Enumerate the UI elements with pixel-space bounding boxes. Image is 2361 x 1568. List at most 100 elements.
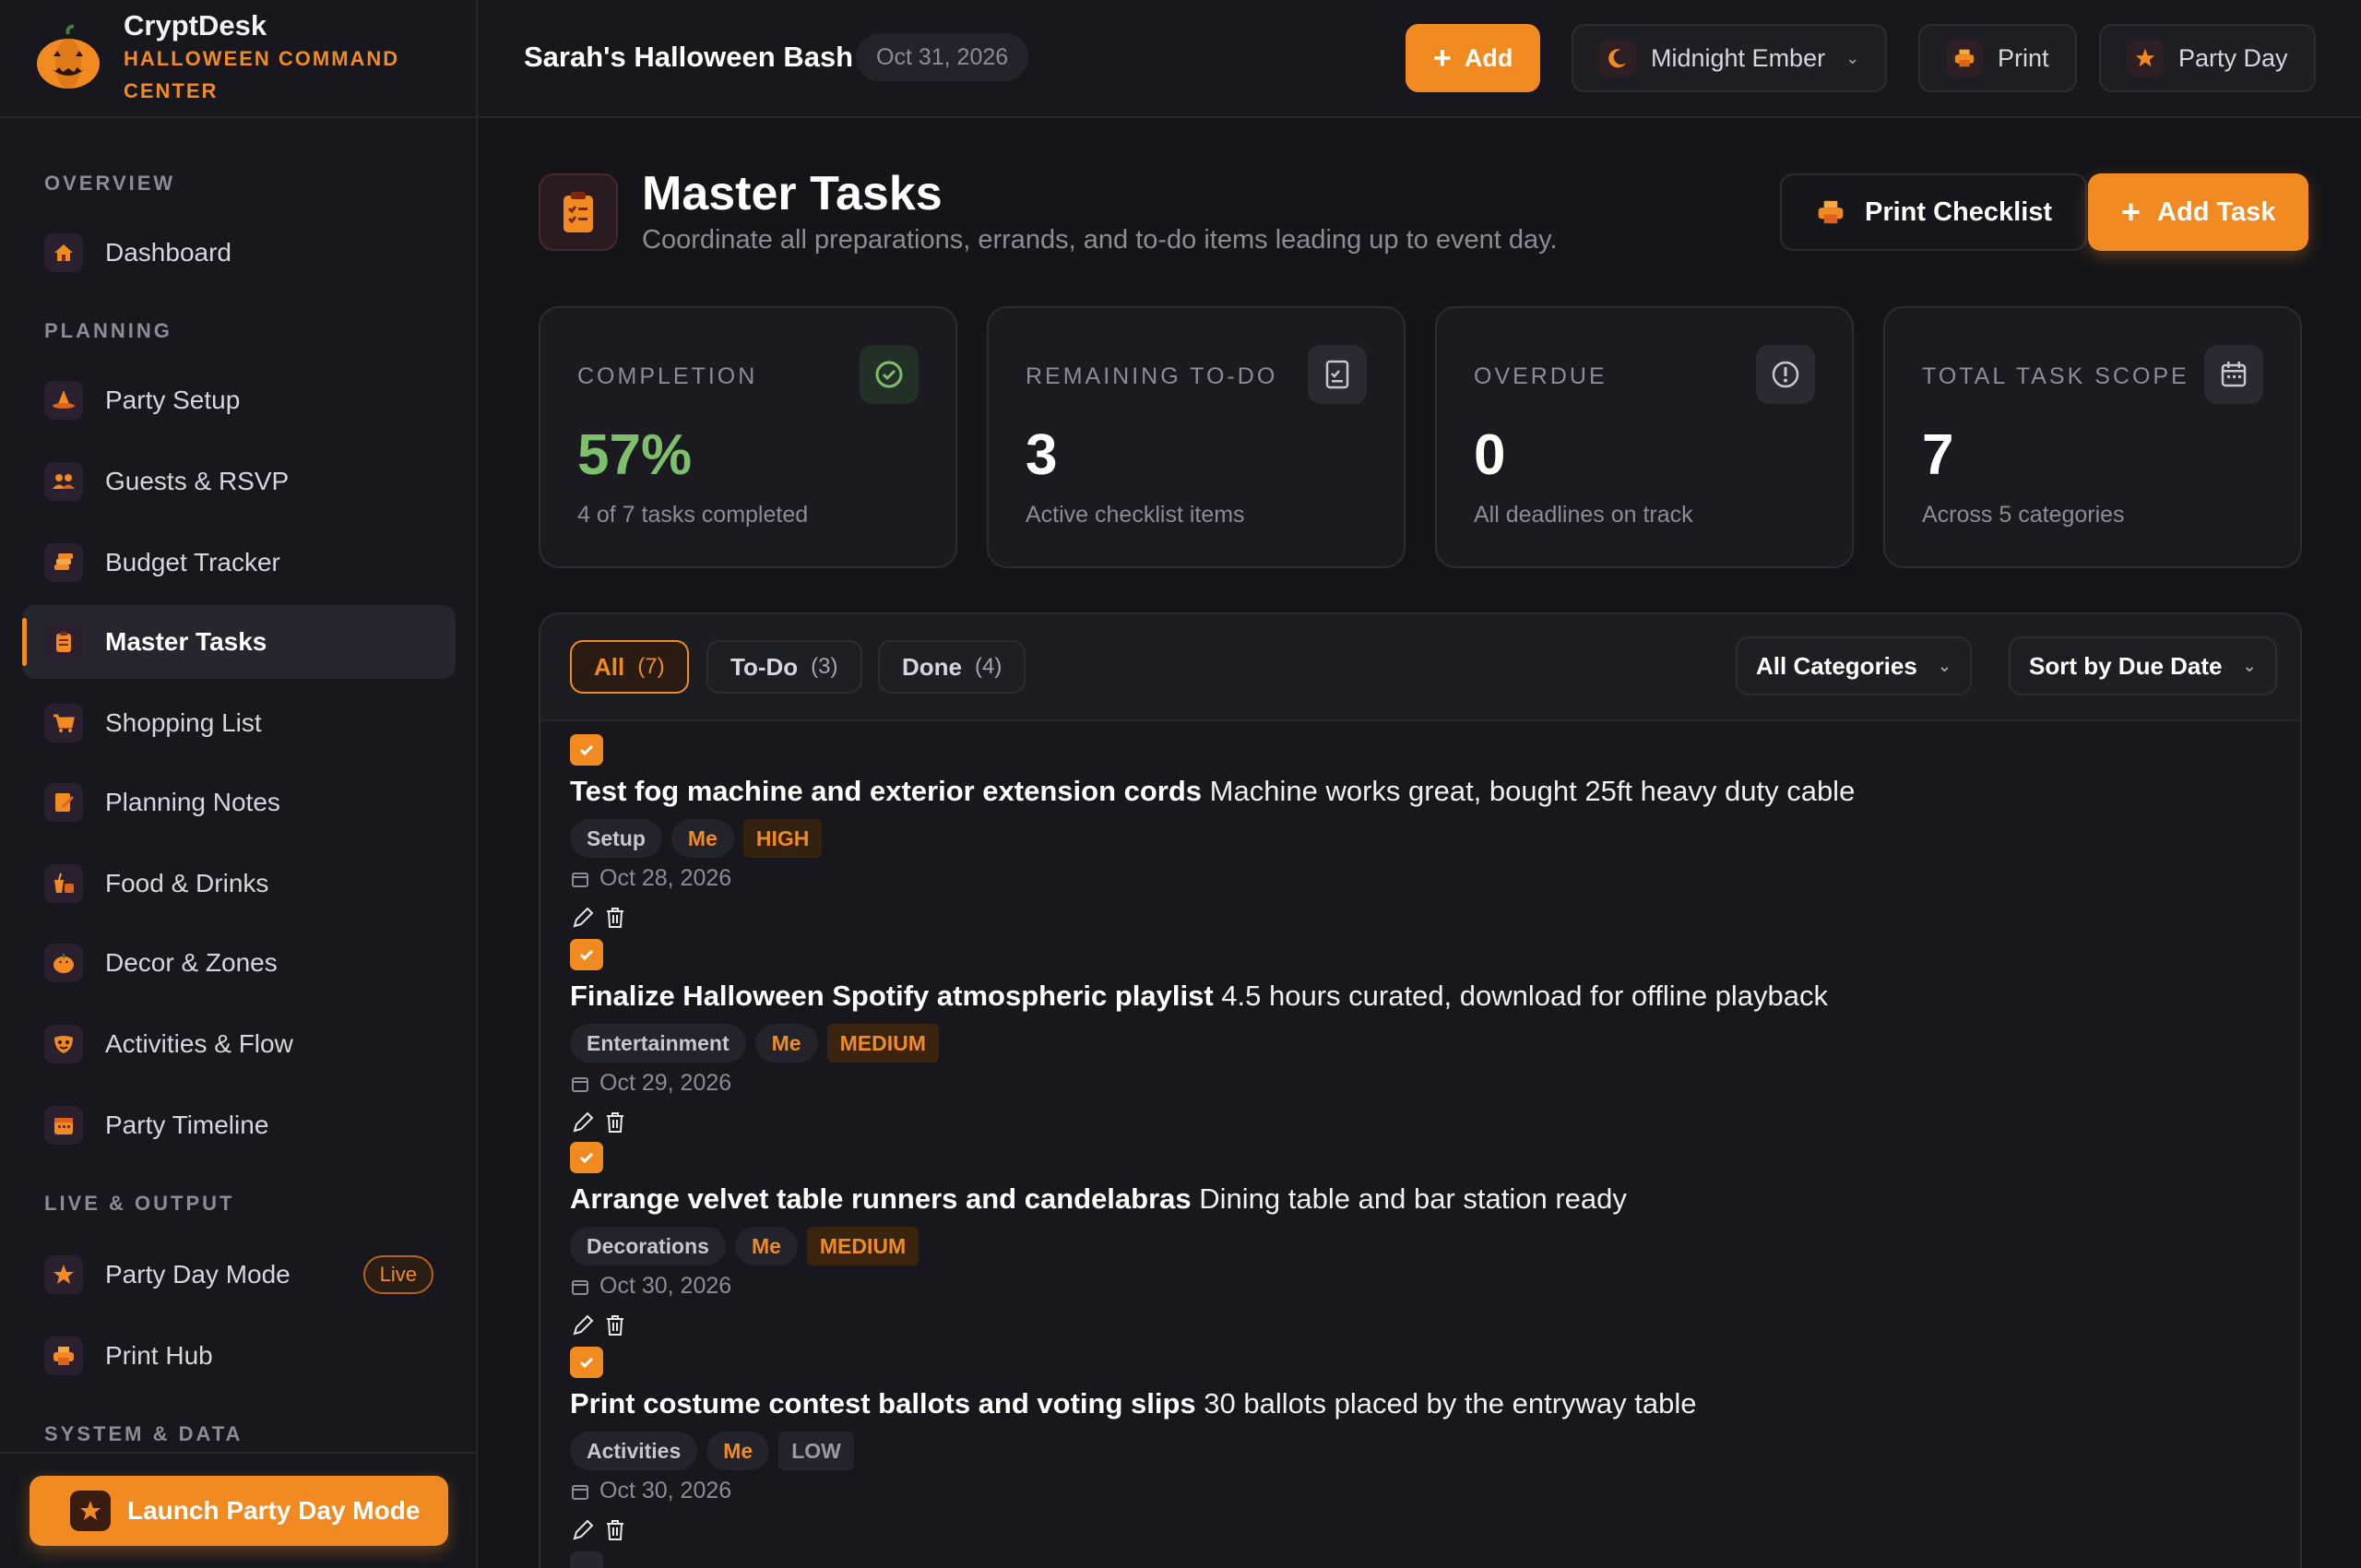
task-title: Finalize Halloween Spotify atmospheric p… xyxy=(570,980,1214,1012)
task-checkbox[interactable] xyxy=(570,1142,603,1173)
add-task-label: Add Task xyxy=(2157,196,2276,227)
brand-tagline: HALLOWEEN COMMAND xyxy=(124,47,400,70)
category-select[interactable]: All Categories ⌄ xyxy=(1736,636,1972,695)
stat-note: Active checklist items xyxy=(1026,502,1245,528)
delete-icon[interactable] xyxy=(603,905,627,931)
delete-icon[interactable] xyxy=(603,1313,627,1338)
stat-label: REMAINING TO-DO xyxy=(1026,363,1278,389)
due-date-text: Oct 29, 2026 xyxy=(599,1070,732,1096)
task-checkbox[interactable] xyxy=(570,1551,603,1568)
sidebar-item-dashboard[interactable]: Dashboard xyxy=(22,216,456,290)
sidebar-item-label: Shopping List xyxy=(105,708,262,737)
owner-tag: Me xyxy=(670,819,734,858)
task-checkbox[interactable] xyxy=(570,734,603,766)
delete-icon[interactable] xyxy=(603,1110,627,1135)
printer-icon xyxy=(1815,196,1846,228)
brand[interactable]: CryptDesk HALLOWEEN COMMAND CENTER xyxy=(0,0,476,118)
stat-value: 57% xyxy=(577,423,693,487)
task-row: Finalize Halloween Spotify atmospheric p… xyxy=(570,939,2267,1135)
filter-label: To-Do xyxy=(730,652,799,681)
sidebar-item-timeline[interactable]: Party Timeline xyxy=(22,1088,456,1162)
stat-card-completion: COMPLETION 57% 4 of 7 tasks completed xyxy=(539,306,957,568)
print-button[interactable]: Print xyxy=(1918,24,2077,92)
task-tags: Setup Me HIGH xyxy=(570,819,2267,858)
stat-label: COMPLETION xyxy=(577,363,758,389)
add-button[interactable]: + Add xyxy=(1406,24,1541,92)
sidebar-item-print-hub[interactable]: Print Hub xyxy=(22,1319,456,1393)
sort-select[interactable]: Sort by Due Date ⌄ xyxy=(2009,636,2277,695)
witch-hat-icon xyxy=(44,381,83,420)
notepad-icon xyxy=(44,783,83,822)
edit-icon[interactable] xyxy=(570,905,596,931)
task-note: Machine works great, bought 25ft heavy d… xyxy=(1209,775,1856,807)
checklist-icon xyxy=(1308,345,1367,404)
printer-icon xyxy=(1946,40,1983,77)
calendar-icon xyxy=(2204,345,2263,404)
task-title: Test fog machine and exterior extension … xyxy=(570,775,1203,807)
topbar: Sarah's Halloween Bash Oct 31, 2026 + Ad… xyxy=(478,0,2361,118)
task-row xyxy=(570,1551,2267,1568)
sidebar-item-budget[interactable]: Budget Tracker xyxy=(22,526,456,600)
check-circle-icon xyxy=(860,345,919,404)
filter-label: All xyxy=(594,652,625,681)
add-task-button[interactable]: + Add Task xyxy=(2088,173,2309,251)
calendar-icon xyxy=(572,872,588,887)
sidebar-item-notes[interactable]: Planning Notes xyxy=(22,766,456,839)
task-tags: Activities Me LOW xyxy=(570,1431,2267,1470)
sidebar-item-label: Food & Drinks xyxy=(105,869,269,897)
task-actions xyxy=(570,1110,2267,1135)
task-checkbox[interactable] xyxy=(570,1347,603,1378)
category-tag: Activities xyxy=(570,1431,698,1470)
filter-label: Done xyxy=(902,652,962,681)
filter-tab-done[interactable]: Done (4) xyxy=(878,640,1026,694)
sidebar-item-decor[interactable]: Decor & Zones xyxy=(22,926,456,1000)
sidebar-item-party-day[interactable]: Party Day Mode Live xyxy=(22,1238,456,1312)
sidebar-item-label: Party Setup xyxy=(105,386,241,414)
chevron-down-icon: ⌄ xyxy=(2242,656,2257,675)
delete-icon[interactable] xyxy=(603,1517,627,1543)
edit-icon[interactable] xyxy=(570,1110,596,1135)
sidebar-item-food[interactable]: Food & Drinks xyxy=(22,847,456,921)
filter-tab-all[interactable]: All (7) xyxy=(570,640,689,694)
category-tag: Setup xyxy=(570,819,662,858)
launch-party-day-button[interactable]: Launch Party Day Mode xyxy=(30,1476,448,1546)
stat-note: Across 5 categories xyxy=(1922,502,2125,528)
drink-icon xyxy=(44,864,83,903)
edit-icon[interactable] xyxy=(570,1313,596,1338)
plus-icon: + xyxy=(2121,193,2142,231)
cart-icon xyxy=(44,704,83,742)
filter-tab-todo[interactable]: To-Do (3) xyxy=(706,640,862,694)
print-checklist-label: Print Checklist xyxy=(1865,196,2053,227)
brand-name: CryptDesk xyxy=(124,9,267,42)
print-checklist-button[interactable]: Print Checklist xyxy=(1780,173,2088,251)
sidebar-item-shopping[interactable]: Shopping List xyxy=(22,686,456,760)
task-checkbox[interactable] xyxy=(570,939,603,970)
party-day-label: Party Day xyxy=(2178,43,2288,72)
sidebar-item-label: Party Timeline xyxy=(105,1111,269,1139)
edit-icon[interactable] xyxy=(570,1517,596,1543)
category-tag: Entertainment xyxy=(570,1024,746,1063)
calendar-icon xyxy=(572,1076,588,1092)
priority-tag: MEDIUM xyxy=(806,1227,919,1265)
task-row: Print costume contest ballots and voting… xyxy=(570,1347,2267,1543)
sidebar-item-guests[interactable]: Guests & RSVP xyxy=(22,445,456,518)
event-date-badge: Oct 31, 2026 xyxy=(856,33,1029,81)
party-day-button[interactable]: Party Day xyxy=(2099,24,2316,92)
sidebar-item-label: Guests & RSVP xyxy=(105,467,290,495)
clipboard-icon xyxy=(539,173,618,251)
category-tag: Decorations xyxy=(570,1227,726,1265)
task-actions xyxy=(570,1313,2267,1338)
stat-card-remaining: REMAINING TO-DO 3 Active checklist items xyxy=(987,306,1406,568)
event-name: Sarah's Halloween Bash xyxy=(524,41,854,73)
task-actions xyxy=(570,1517,2267,1543)
category-select-value: All Categories xyxy=(1756,651,1917,680)
sidebar-item-label: Decor & Zones xyxy=(105,948,278,977)
stat-value: 3 xyxy=(1026,423,1058,487)
due-date: Oct 30, 2026 xyxy=(570,1478,2267,1504)
sidebar-item-activities[interactable]: Activities & Flow xyxy=(22,1007,456,1081)
sidebar-item-master-tasks[interactable]: Master Tasks xyxy=(22,605,456,679)
theme-select[interactable]: Midnight Ember ⌄ xyxy=(1572,24,1888,92)
task-text: Arrange velvet table runners and candela… xyxy=(570,1182,2267,1216)
sidebar-item-party-setup[interactable]: Party Setup xyxy=(22,363,456,437)
people-icon xyxy=(44,462,83,501)
